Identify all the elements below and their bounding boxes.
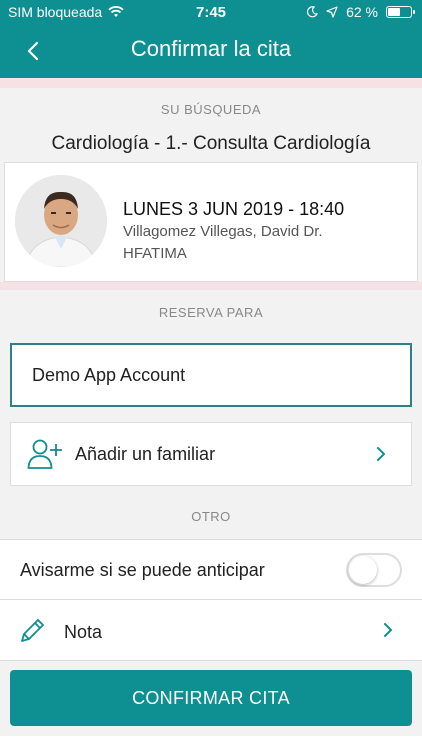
chevron-right-icon (377, 447, 385, 461)
confirm-appointment-button[interactable]: CONFIRMAR CITA (10, 670, 412, 726)
add-user-icon (27, 439, 62, 469)
location-icon (326, 6, 338, 18)
doctor-avatar (15, 175, 107, 267)
add-family-button[interactable]: Añadir un familiar (10, 422, 412, 486)
page-title: Confirmar la cita (130, 36, 292, 61)
other-section-label: OTRO (191, 509, 231, 524)
chevron-right-icon (384, 623, 392, 637)
booking-section-label: RESERVA PARA (158, 305, 264, 320)
separator (0, 282, 422, 290)
status-bar: SIM bloqueada 7:45 62 % (0, 0, 422, 24)
battery-fill (388, 8, 400, 16)
battery-percent: 62 % (346, 4, 378, 20)
notify-label: Avisarme si se puede anticipar (20, 560, 265, 580)
bottom-bar (0, 736, 422, 750)
notify-toggle[interactable] (346, 553, 402, 587)
note-label: Nota (64, 622, 103, 642)
specialty-title: Cardiología - 1.- Consulta Cardiología (51, 133, 371, 154)
pencil-icon (21, 619, 44, 642)
note-row[interactable]: Nota (0, 599, 422, 661)
appointment-datetime: LUNES 3 JUN 2019 - 18:40 (123, 199, 345, 219)
search-section-label: SU BÚSQUEDA (160, 102, 262, 117)
toggle-knob (349, 556, 377, 584)
top-bar: SIM bloqueada 7:45 62 % Confirmar la cit… (0, 0, 422, 78)
nav-bar: Confirmar la cita (0, 24, 422, 78)
notify-row: Avisarme si se puede anticipar (0, 539, 422, 599)
doctor-photo (15, 175, 107, 267)
doctor-name: Villagomez Villegas, David Dr. (123, 223, 323, 240)
separator (0, 78, 422, 88)
selected-account-field[interactable]: Demo App Account (10, 343, 412, 407)
selected-account-label: Demo App Account (32, 364, 186, 385)
appointment-card: LUNES 3 JUN 2019 - 18:40 Villagomez Vill… (4, 162, 418, 282)
medical-center: HFATIMA (123, 245, 187, 262)
battery-icon (386, 6, 415, 18)
moon-icon (307, 6, 319, 18)
add-family-label: Añadir un familiar (75, 443, 216, 464)
